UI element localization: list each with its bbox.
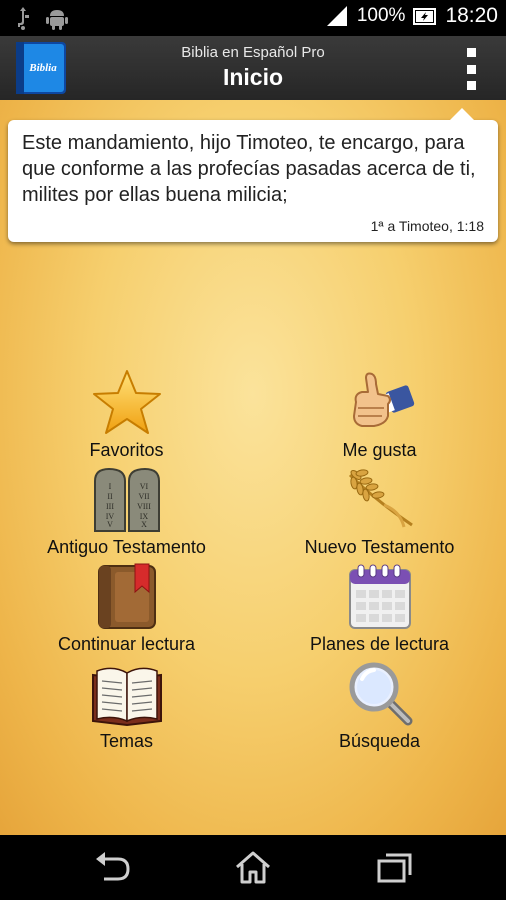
- star-icon: [92, 370, 161, 434]
- antiguo-testamento-button[interactable]: I II III IV V VI VII VIII IX X Antiguo T…: [0, 465, 253, 561]
- tablet-numeral: VIII: [137, 502, 151, 511]
- wheat-icon: [348, 469, 413, 528]
- open-book-icon: [91, 667, 162, 727]
- antiguo-testamento-label: Antiguo Testamento: [47, 537, 206, 557]
- calendar-icon: [348, 564, 411, 629]
- busqueda-label: Búsqueda: [338, 731, 421, 751]
- recent-apps-icon[interactable]: [374, 849, 414, 885]
- page-title: Inicio: [222, 64, 284, 90]
- overflow-menu-button[interactable]: [464, 48, 478, 90]
- temas-button[interactable]: Temas: [0, 659, 253, 755]
- battery-percent: 100%: [356, 5, 406, 26]
- magnifier-icon: [349, 662, 412, 726]
- overflow-dot: [466, 81, 476, 90]
- nuevo-testamento-label: Nuevo Testamento: [304, 537, 455, 557]
- usb-icon: [18, 7, 29, 30]
- bookmark-book-icon: [97, 563, 156, 629]
- tablet-numeral: X: [141, 520, 147, 529]
- back-icon[interactable]: [92, 849, 132, 885]
- overflow-dot: [466, 48, 476, 57]
- app-name: Biblia en Español Pro: [181, 44, 325, 61]
- me-gusta-button[interactable]: Me gusta: [253, 368, 506, 464]
- tablet-numeral: VI: [139, 482, 148, 491]
- me-gusta-label: Me gusta: [342, 440, 417, 460]
- planes-de-lectura-button[interactable]: Planes de lectura: [253, 562, 506, 658]
- overflow-dot: [466, 64, 476, 74]
- tablet-numeral: I: [108, 482, 111, 491]
- tablet-numeral: VII: [138, 492, 149, 501]
- tablet-numeral: II: [107, 492, 113, 501]
- favoritos-button[interactable]: Favoritos: [0, 368, 253, 464]
- nuevo-testamento-button[interactable]: Nuevo Testamento: [253, 465, 506, 561]
- continuar-lectura-label: Continuar lectura: [57, 634, 196, 654]
- continuar-lectura-button[interactable]: Continuar lectura: [0, 562, 253, 658]
- status-bar: 100% 18:20: [0, 0, 506, 36]
- home-content: Este mandamiento, hijo Timoteo, te encar…: [0, 100, 506, 835]
- verse-text: Este mandamiento, hijo Timoteo, te encar…: [22, 132, 476, 206]
- planes-de-lectura-label: Planes de lectura: [309, 634, 450, 654]
- signal-icon: [326, 6, 347, 26]
- clock: 18:20: [445, 4, 498, 27]
- stone-tablets-icon: I II III IV V VI VII VIII IX X: [93, 467, 160, 532]
- busqueda-button[interactable]: Búsqueda: [253, 659, 506, 755]
- verse-reference: 1ª a Timoteo, 1:18: [370, 218, 484, 234]
- temas-label: Temas: [99, 731, 153, 751]
- tablet-numeral: V: [107, 520, 113, 529]
- favoritos-label: Favoritos: [89, 440, 164, 460]
- navigation-bar: [0, 835, 506, 900]
- verse-card[interactable]: Este mandamiento, hijo Timoteo, te encar…: [8, 108, 498, 242]
- battery-icon: [413, 8, 437, 25]
- thumbs-up-icon: [352, 372, 414, 427]
- home-icon[interactable]: [233, 849, 273, 885]
- android-icon: [46, 10, 68, 30]
- tablet-numeral: III: [106, 502, 114, 511]
- verse-card-pointer: [450, 108, 474, 120]
